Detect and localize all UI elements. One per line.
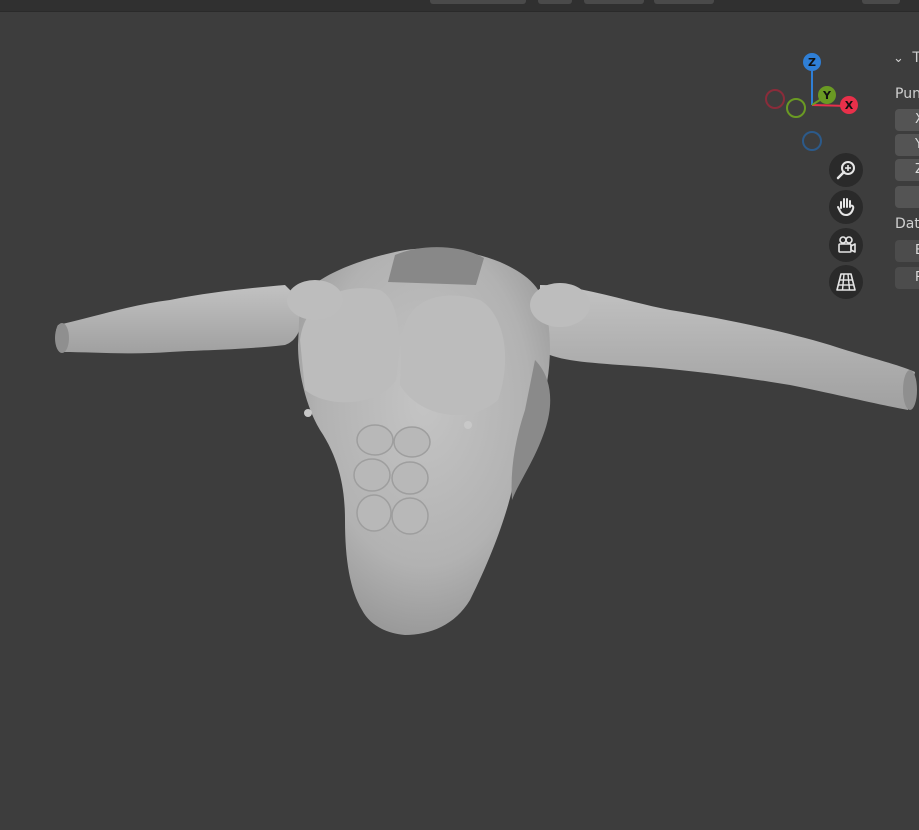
right-arm-cap (903, 370, 917, 410)
right-arm (540, 285, 915, 410)
navigation-gizmo[interactable]: Z Y X (760, 50, 870, 160)
y-axis-label: Y (822, 89, 832, 102)
pan-button[interactable] (829, 190, 863, 224)
field-z[interactable]: Z (895, 159, 919, 181)
neg-x-axis-handle[interactable] (765, 89, 785, 109)
left-arm (55, 285, 302, 354)
left-arm-cap (55, 323, 69, 353)
x-axis-label: X (845, 99, 854, 112)
perspective-toggle-button[interactable] (829, 265, 863, 299)
section-header[interactable]: ⌄ T (893, 50, 919, 66)
hand-icon (837, 198, 855, 216)
sidebar-panel: ⌄ T Pun X Y Z Dat B R (885, 40, 919, 300)
neck-opening (388, 247, 484, 285)
right-pec (400, 295, 506, 416)
field-x[interactable]: X (895, 109, 919, 131)
neg-z-axis-handle[interactable] (802, 131, 822, 151)
zoom-icon (836, 161, 855, 180)
grid-icon (836, 273, 856, 291)
panel-button[interactable]: B (895, 240, 919, 262)
right-deltoid (530, 283, 590, 327)
3d-viewport[interactable]: Z Y X ⌄ T Pun Y Dat (0, 0, 919, 830)
abdominals (353, 424, 431, 535)
left-deltoid (287, 280, 343, 320)
chevron-down-icon: ⌄ (893, 51, 904, 66)
camera-view-button[interactable] (829, 228, 863, 262)
z-axis-label: Z (808, 56, 816, 69)
field-w[interactable] (895, 186, 919, 208)
field-y[interactable]: Y (895, 134, 919, 156)
group-label: Dat (895, 216, 919, 232)
zoom-button[interactable] (829, 153, 863, 187)
neg-y-axis-handle[interactable] (786, 98, 806, 118)
section-title: T (912, 50, 919, 66)
camera-icon (838, 236, 856, 253)
panel-button[interactable]: R (895, 267, 919, 289)
group-label: Pun (895, 86, 919, 102)
